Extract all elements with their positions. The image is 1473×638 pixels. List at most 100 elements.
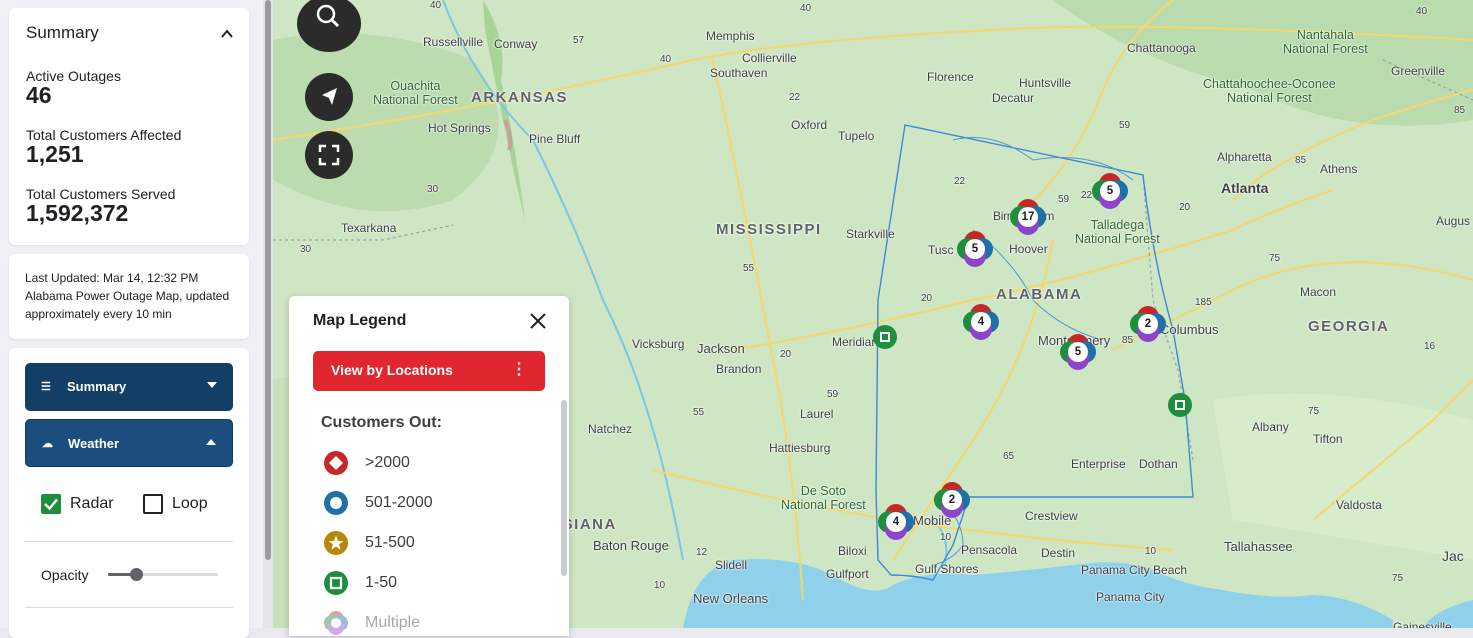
city-label: Brandon — [716, 362, 762, 376]
city-label: Slidell — [715, 558, 748, 572]
cluster-count: 2 — [1138, 314, 1158, 334]
fullscreen-button[interactable] — [305, 131, 353, 179]
city-label: Natchez — [588, 422, 633, 436]
caret-up-icon — [206, 439, 216, 445]
highway-label: 30 — [300, 244, 312, 255]
city-label: Tifton — [1313, 432, 1343, 446]
layer-controls-card: ☰ Summary ☁ Weather Radar Loop Opacity — [9, 348, 249, 638]
red-diamond-icon — [324, 451, 348, 475]
highway-label: 185 — [1195, 297, 1212, 308]
radar-checkbox[interactable] — [41, 494, 61, 514]
outage-marker-small[interactable] — [873, 325, 897, 349]
highway-label: 10 — [654, 580, 666, 591]
city-label: Southaven — [710, 66, 768, 80]
city-label: Gainesville — [1393, 620, 1452, 628]
customers-out-label: Customers Out: — [321, 414, 442, 431]
city-label: Tallahassee — [1224, 539, 1293, 554]
park-label: Nantahala National Forest — [1283, 28, 1368, 56]
loop-checkbox[interactable] — [143, 494, 163, 514]
city-label: Chattanooga — [1127, 41, 1196, 55]
gold-star-icon — [324, 531, 348, 555]
summary-title: Summary — [26, 23, 99, 42]
cluster-count: 2 — [942, 490, 962, 510]
highway-label: 30 — [427, 184, 439, 195]
cluster-count: 5 — [965, 239, 985, 259]
city-label: Florence — [927, 70, 974, 84]
city-label: Oxford — [791, 118, 828, 132]
opacity-slider[interactable] — [108, 568, 218, 581]
city-label: Albany — [1252, 420, 1289, 434]
outage-cluster-marker[interactable]: 5 — [1060, 334, 1096, 370]
active-outages-value: 46 — [26, 82, 52, 108]
city-label: Athens — [1320, 162, 1358, 176]
last-updated-card: Last Updated: Mar 14, 12:32 PM Alabama P… — [9, 254, 249, 339]
city-label: Alpharetta — [1217, 150, 1272, 164]
highway-label: 40 — [1416, 6, 1428, 17]
divider — [25, 541, 233, 542]
city-label: Meridian — [832, 335, 879, 349]
weather-icon: ☁ — [42, 438, 53, 450]
city-label: Hot Springs — [428, 121, 491, 135]
cluster-count: 4 — [971, 312, 991, 332]
highway-label: 75 — [1308, 406, 1320, 417]
city-label: Collierville — [742, 51, 797, 65]
search-button[interactable] — [297, 0, 361, 52]
city-label: Jackson — [697, 341, 745, 356]
outage-cluster-marker[interactable]: 2 — [934, 482, 970, 518]
search-icon — [316, 4, 340, 28]
divider — [25, 607, 233, 608]
highway-label: 40 — [430, 0, 442, 11]
highway-label: 57 — [573, 35, 585, 46]
outage-cluster-marker[interactable]: 5 — [957, 231, 993, 267]
highway-label: 10 — [1145, 546, 1157, 557]
outage-cluster-marker[interactable]: 4 — [878, 504, 914, 540]
more-options-icon[interactable]: ⋮ — [511, 362, 527, 378]
outage-cluster-marker[interactable]: 2 — [1130, 306, 1166, 342]
locate-button[interactable] — [305, 73, 353, 121]
city-label: Conway — [494, 37, 538, 51]
city-label: Augus — [1436, 214, 1471, 228]
park-label: De Soto National Forest — [781, 484, 866, 512]
highway-label: 12 — [696, 547, 708, 558]
park-label: Ouachita National Forest — [373, 79, 458, 107]
sidebar-scrollbar[interactable] — [263, 0, 273, 628]
weather-dropdown-button[interactable]: ☁ Weather — [25, 419, 233, 467]
outage-cluster-marker[interactable]: 4 — [963, 304, 999, 340]
city-label: Pensacola — [961, 543, 1018, 557]
outage-cluster-marker[interactable]: 5 — [1092, 173, 1128, 209]
city-label: Gulf Shores — [915, 562, 979, 576]
outage-cluster-marker[interactable]: 17 — [1010, 199, 1046, 235]
outage-marker-small[interactable] — [1168, 393, 1192, 417]
highway-label: 40 — [660, 54, 672, 65]
park-label: Chattahoochee-Oconee National Forest — [1203, 77, 1336, 105]
highway-label: 59 — [1058, 194, 1070, 205]
opacity-label: Opacity — [41, 567, 89, 583]
view-by-locations-button[interactable]: View by Locations ⋮ — [313, 351, 545, 391]
legend-title: Map Legend — [313, 312, 407, 329]
city-label: Tupelo — [838, 129, 875, 143]
scrollbar-thumb[interactable] — [265, 0, 271, 560]
city-label: Baton Rouge — [593, 538, 669, 553]
legend-scrollbar[interactable] — [561, 400, 567, 576]
state-label-alabama: ALABAMA — [996, 286, 1083, 303]
map-legend-panel: Map Legend View by Locations ⋮ Customers… — [289, 296, 569, 636]
opacity-slider-handle[interactable] — [129, 568, 143, 581]
city-label: Russellville — [423, 35, 484, 49]
highway-label: 20 — [1179, 202, 1191, 213]
highway-label: 20 — [780, 349, 792, 360]
highway-label: 65 — [1003, 451, 1015, 462]
summary-dropdown-button[interactable]: ☰ Summary — [25, 363, 233, 411]
fullscreen-icon — [318, 144, 340, 166]
city-label: Laurel — [800, 407, 834, 421]
city-label: Huntsville — [1019, 76, 1072, 90]
highway-label: 75 — [1269, 253, 1281, 264]
legend-item-label: 1-50 — [365, 574, 398, 591]
update-description: Alabama Power Outage Map, updated approx… — [25, 289, 230, 321]
chevron-up-icon[interactable] — [221, 28, 233, 40]
navigation-arrow-icon — [322, 88, 337, 105]
close-icon[interactable] — [529, 312, 547, 330]
radar-label: Radar — [70, 495, 114, 512]
city-label: Memphis — [706, 29, 755, 43]
city-label: Destin — [1041, 546, 1076, 560]
legend-item: >2000 — [323, 450, 523, 476]
